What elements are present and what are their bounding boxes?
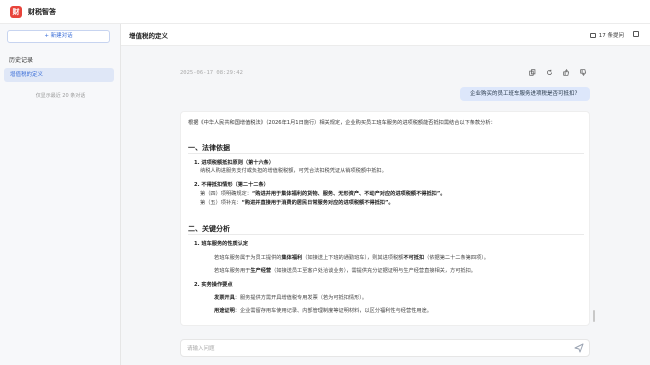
section-legal-basis-title: 一、法律依据 xyxy=(188,144,230,152)
conversation-title: 增值税的定义 xyxy=(129,32,168,40)
thumbs-down-icon[interactable] xyxy=(580,69,587,76)
copy-icon[interactable] xyxy=(529,69,536,76)
new-chat-button[interactable]: + 新建对话 xyxy=(7,30,110,43)
assistant-answer: 根据《中华人民共和国增值税法》（2026年1月1日施行）相关规定，企业购买员工班… xyxy=(180,111,590,326)
history-title: 历史记录 xyxy=(9,57,34,64)
section-key-analysis-title: 二、关键分析 xyxy=(188,225,230,233)
message-count: 17 条提问 xyxy=(589,31,624,39)
app-title: 财税智答 xyxy=(28,7,56,16)
history-item[interactable]: 增值税的定义 xyxy=(4,68,114,82)
top-bar: 财 财税智答 xyxy=(0,0,650,24)
item-non-deductible-line1: 第（四）项明确规定：“购进并用于集体福利的货物、服务、无形资产、不动产对应的进项… xyxy=(200,191,446,197)
message-timestamp: 2025-06-17 08:29:42 xyxy=(180,70,243,76)
item-non-deductible-line2: 第（五）项补充：“购进并直接用于消费的居民日常服务对应的进项税额不得抵扣”。 xyxy=(200,200,394,206)
conversation-header: 增值税的定义 17 条提问 xyxy=(121,24,650,46)
scrollbar-thumb[interactable] xyxy=(593,310,595,322)
item-shuttle-nature-line1: 若班车服务属于为员工提供的集体福利（如接送上下班的通勤班车），则其进项税额不可抵… xyxy=(214,255,489,261)
chat-icon xyxy=(589,32,596,38)
item-practice-title: 2. 实务操作要点 xyxy=(194,282,233,288)
answer-intro: 根据《中华人民共和国增值税法》（2026年1月1日施行）相关规定，企业购买员工班… xyxy=(188,120,496,126)
item-shuttle-nature-line2: 若班车服务用于生产经营（如接送员工至客户处洽谈业务），需提供充分证据证明与生产经… xyxy=(214,268,476,274)
user-question-bubble: 企业购买的员工班车服务进项税是否可抵扣？ xyxy=(460,87,590,101)
refresh-icon[interactable] xyxy=(546,69,553,76)
section-divider xyxy=(188,153,584,154)
section-divider xyxy=(188,234,584,235)
history-note: 仅显示最近 20 条对话 xyxy=(35,93,86,99)
app-logo: 财 xyxy=(10,5,22,18)
question-input[interactable] xyxy=(187,343,567,355)
sidebar: + 新建对话 历史记录 增值税的定义 仅显示最近 20 条对话 xyxy=(0,24,121,365)
item-practice-proof: 用途证明：企业需留存用车使用记录、内部管理制度等证明材料，以区分福利性与经营性用… xyxy=(214,308,432,314)
thumbs-up-icon[interactable] xyxy=(563,69,570,76)
export-icon[interactable] xyxy=(633,31,639,37)
item-non-deductible-title: 2. 不得抵扣情形（第二十二条） xyxy=(194,182,269,188)
question-input-box xyxy=(180,339,590,357)
item-shuttle-nature-title: 1. 班车服务的性质认定 xyxy=(194,241,249,247)
item-practice-invoice: 发票开具：服务提供方需开具增值税专用发票（若为可抵扣情形）。 xyxy=(214,295,368,301)
item-deduction-principle-text: 纳税人购进服务支付或负担的增值税税额，可凭合法扣税凭证从销项税额中抵扣。 xyxy=(200,168,387,174)
message-count-label: 17 条提问 xyxy=(598,33,624,39)
item-deduction-principle-title: 1. 进项税额抵扣原则（第十六条） xyxy=(194,160,275,166)
send-icon[interactable] xyxy=(574,343,584,353)
